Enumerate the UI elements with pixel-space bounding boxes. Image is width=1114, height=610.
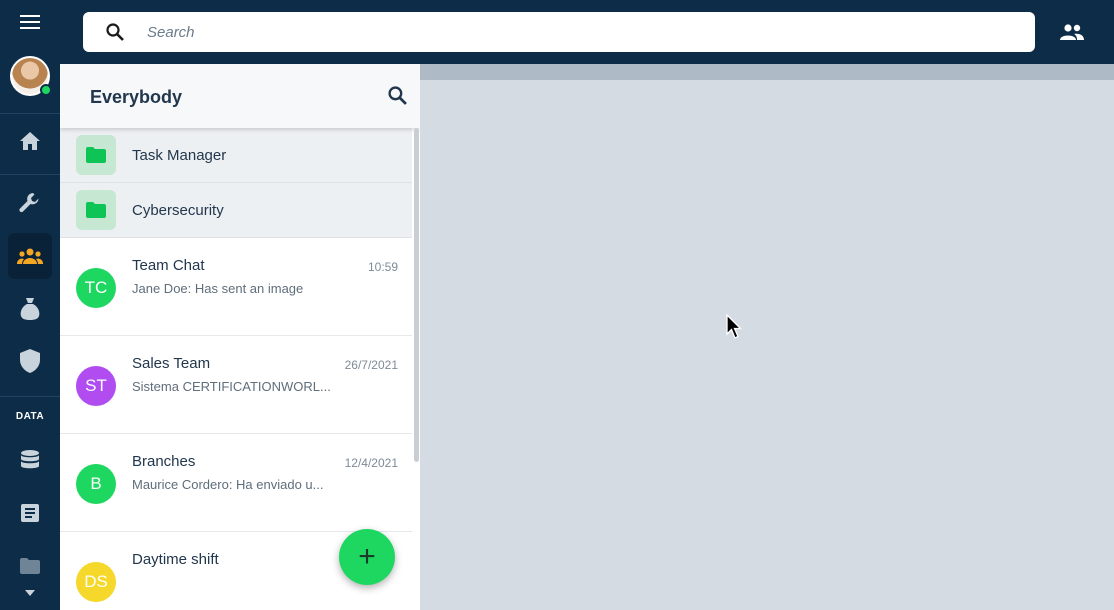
panel-header: Everybody — [60, 64, 420, 128]
folder-icon — [86, 202, 106, 218]
conversation-view — [420, 64, 1114, 610]
folder-icon — [86, 147, 106, 163]
rail-divider — [0, 174, 60, 175]
plus-icon: + — [358, 540, 376, 573]
search-icon — [106, 23, 124, 41]
chat-preview: Jane Doe: Has sent an image — [132, 281, 304, 296]
panel-title: Everybody — [90, 87, 183, 107]
chat-name: Sales Team — [132, 355, 211, 372]
global-search — [83, 12, 1035, 52]
folder-avatar — [76, 135, 116, 175]
chat-avatar: B — [76, 464, 116, 504]
nav-database[interactable] — [0, 448, 60, 472]
database-icon — [21, 450, 39, 469]
chevron-down-icon — [25, 590, 35, 596]
online-status-dot — [40, 84, 52, 96]
folder-label: Task Manager — [132, 147, 227, 164]
chat-preview: Maurice Cordero: Ha enviado u... — [132, 477, 324, 492]
rail-scroll-down[interactable] — [0, 588, 60, 598]
search-input[interactable] — [147, 23, 1007, 41]
folder-avatar — [76, 190, 116, 230]
nav-home[interactable] — [0, 128, 60, 154]
nav-documents[interactable] — [0, 501, 60, 525]
chat-time: 12/4/2021 — [344, 456, 398, 470]
folder-row[interactable]: Task Manager — [60, 128, 412, 183]
chat-row[interactable]: ST Sales Team 26/7/2021 Sistema CERTIFIC… — [60, 336, 412, 434]
new-conversation-button[interactable]: + — [339, 529, 395, 585]
chat-avatar: TC — [76, 268, 116, 308]
left-rail: DATA — [0, 0, 60, 610]
rail-divider — [0, 113, 60, 114]
folder-row[interactable]: Cybersecurity — [60, 183, 412, 238]
people-icon — [1060, 24, 1084, 40]
chat-row[interactable]: TC Team Chat 10:59 Jane Doe: Has sent an… — [60, 238, 412, 336]
nav-groups[interactable] — [0, 243, 60, 269]
content-top-strip — [420, 64, 1114, 80]
shield-icon — [20, 349, 40, 373]
wrench-icon — [19, 193, 39, 213]
rail-section-label: DATA — [15, 411, 45, 422]
rail-divider — [0, 396, 60, 397]
chat-preview: Sistema CERTIFICATIONWORL... — [132, 379, 331, 394]
money-bag-icon — [20, 298, 40, 320]
nav-security[interactable] — [0, 348, 60, 374]
chat-time: 26/7/2021 — [344, 358, 398, 372]
chat-avatar: DS — [76, 562, 116, 602]
home-icon — [20, 132, 40, 150]
folder-label: Cybersecurity — [132, 202, 224, 219]
folder-icon — [20, 558, 40, 574]
groups-icon — [17, 248, 43, 264]
chat-name: Branches — [132, 453, 196, 470]
chat-name: Team Chat — [132, 257, 205, 274]
contacts-button[interactable] — [1056, 20, 1088, 44]
chat-row[interactable]: B Branches 12/4/2021 Maurice Cordero: Ha… — [60, 434, 412, 532]
search-icon-wrap — [83, 23, 147, 41]
article-icon — [21, 504, 39, 522]
menu-button[interactable] — [0, 10, 60, 34]
chat-avatar: ST — [76, 366, 116, 406]
search-icon — [388, 86, 407, 105]
mouse-cursor-icon — [726, 314, 742, 339]
chat-name: Daytime shift — [132, 551, 219, 568]
nav-finance[interactable] — [0, 296, 60, 322]
nav-tools[interactable] — [0, 190, 60, 216]
panel-search-button[interactable] — [388, 86, 407, 110]
menu-icon — [20, 15, 40, 29]
nav-files[interactable] — [0, 556, 60, 576]
chat-time: 10:59 — [367, 260, 398, 274]
panel-scrollbar[interactable] — [414, 128, 419, 462]
